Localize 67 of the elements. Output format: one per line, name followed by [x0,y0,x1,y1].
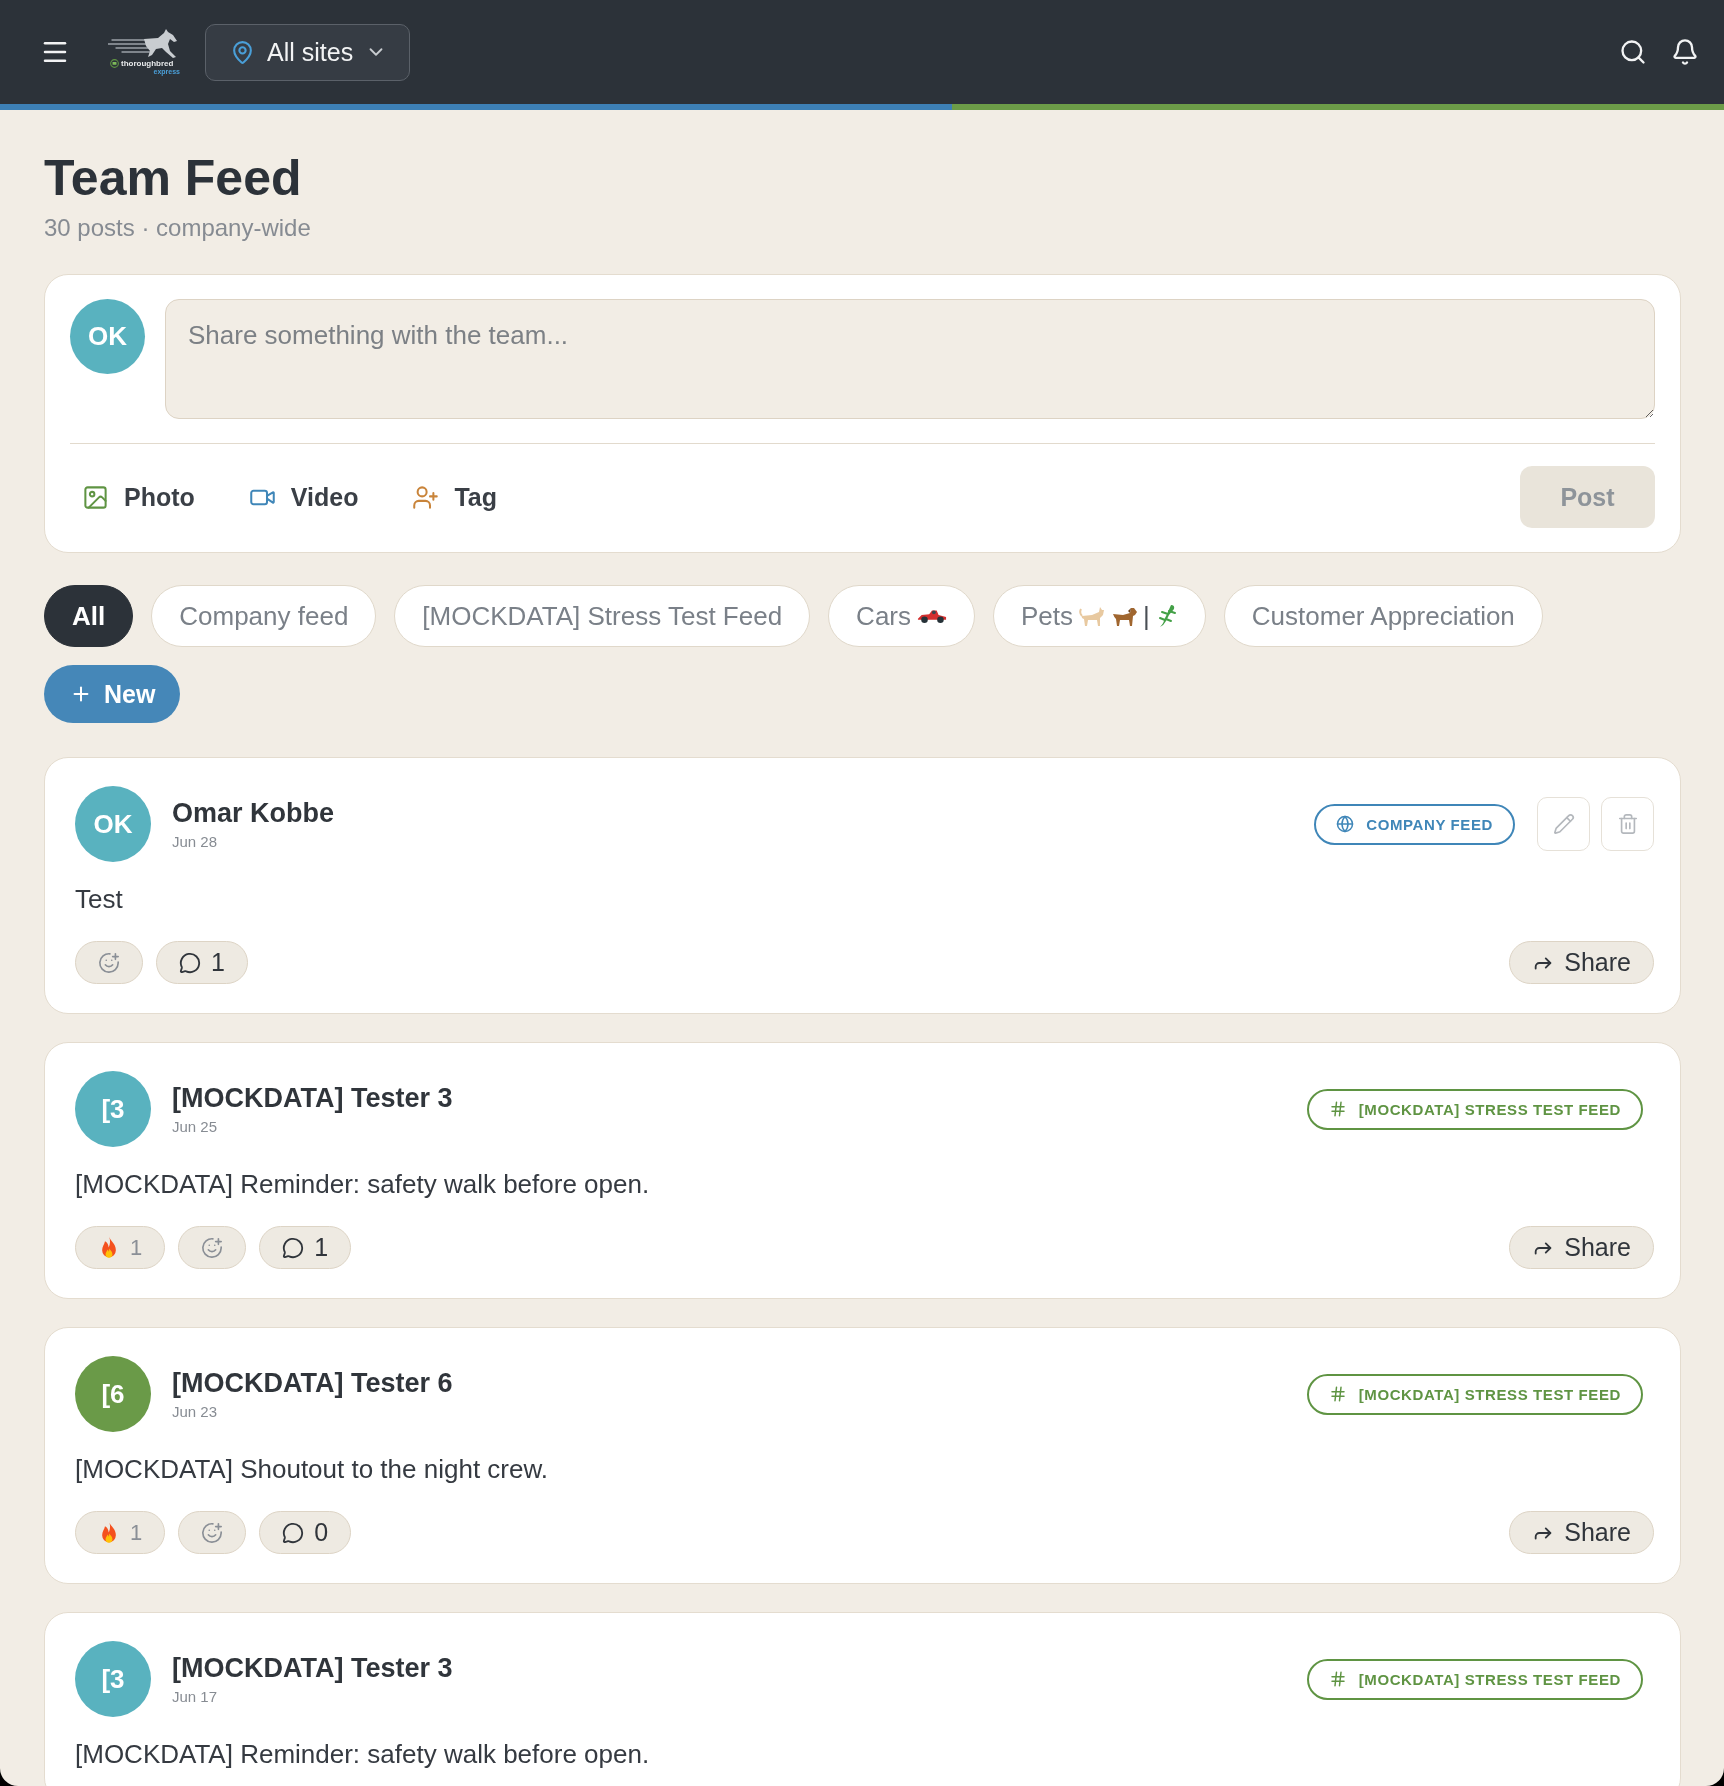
avatar: [3 [75,1641,151,1717]
smiley-plus-icon [201,1521,224,1544]
logo-text: thoroughbred [121,58,174,68]
avatar: [3 [75,1071,151,1147]
post-text: [MOCKDATA] Reminder: safety walk before open. [75,1738,651,1771]
feed-tag[interactable]: COMPANY FEED [1314,803,1515,845]
avatar: OK [75,786,151,862]
share-button[interactable]: Share [1509,941,1654,984]
map-pin-icon [230,39,255,65]
pencil-icon [1552,813,1575,835]
filter-chip[interactable]: All [44,585,134,647]
page-title: Team Feed [44,149,303,208]
avatar: OK [70,299,145,374]
comment-icon [179,951,201,974]
tag-button[interactable]: Tag [400,482,510,512]
feed-tag[interactable]: [MOCKDATA] STRESS TEST FEED [1306,1373,1643,1415]
hash-icon [1328,1100,1347,1118]
comment-icon [282,1236,305,1259]
video-button[interactable]: Video [236,482,371,512]
post-text: Test [75,883,124,916]
author-name: [MOCKDATA] Tester 3 [172,1652,453,1684]
author-name: [MOCKDATA] Tester 6 [172,1367,453,1399]
author-name: [MOCKDATA] Tester 3 [172,1082,453,1114]
page-subtitle: 30 posts · company-wide [44,213,312,243]
post-text: [MOCKDATA] Reminder: safety walk before open. [75,1168,651,1201]
add-reaction-button[interactable] [75,941,143,984]
trash-icon [1616,813,1639,835]
filter-chip[interactable]: Customer Appreciation [1223,585,1543,647]
author-name: Omar Kobbe [172,797,335,829]
filter-chip[interactable]: Company feed [151,585,377,647]
share-button[interactable]: Share [1509,1511,1654,1554]
smiley-plus-icon [201,1236,224,1259]
photo-button[interactable]: Photo [70,482,207,512]
hash-icon [1328,1670,1347,1688]
feed-tag[interactable]: [MOCKDATA] STRESS TEST FEED [1306,1088,1643,1130]
post-input[interactable]: Share something with the team... [165,299,1655,419]
post-text: [MOCKDATA] Shoutout to the night crew. [75,1453,550,1486]
add-reaction-button[interactable] [178,1226,247,1269]
user-plus-icon [412,483,440,511]
share-button[interactable]: Share [1509,1226,1654,1269]
avatar: [6 [75,1356,151,1432]
site-selector[interactable]: All sites [205,23,411,81]
bell-icon[interactable] [1671,38,1699,66]
add-reaction-button[interactable] [178,1511,247,1554]
search-icon[interactable] [1619,38,1647,66]
globe-icon [1336,815,1355,833]
post-date: Jun 17 [172,1687,219,1706]
edit-button[interactable] [1537,797,1590,851]
circle-icon [110,58,119,68]
horse-logo [108,28,180,59]
filter-chip[interactable]: Pets | [993,585,1206,647]
comment-button[interactable]: 1 [156,941,248,984]
post-date: Jun 23 [172,1402,219,1421]
hash-icon [1328,1385,1347,1403]
filter-chip[interactable]: [MOCKDATA] Stress Test Feed [394,585,811,647]
feed-tag[interactable]: [MOCKDATA] STRESS TEST FEED [1306,1658,1643,1700]
comment-button[interactable]: 1 [259,1226,352,1269]
delete-button[interactable] [1601,797,1654,851]
comment-icon [282,1521,305,1544]
post-date: Jun 28 [172,832,219,851]
smiley-plus-icon [98,951,120,974]
filter-chip[interactable]: Cars [828,585,975,647]
image-icon [82,483,109,511]
new-button[interactable]: New [44,665,181,723]
post-date: Jun 25 [172,1117,219,1136]
comment-button[interactable]: 0 [259,1511,352,1554]
separator-text: | [1143,600,1150,632]
